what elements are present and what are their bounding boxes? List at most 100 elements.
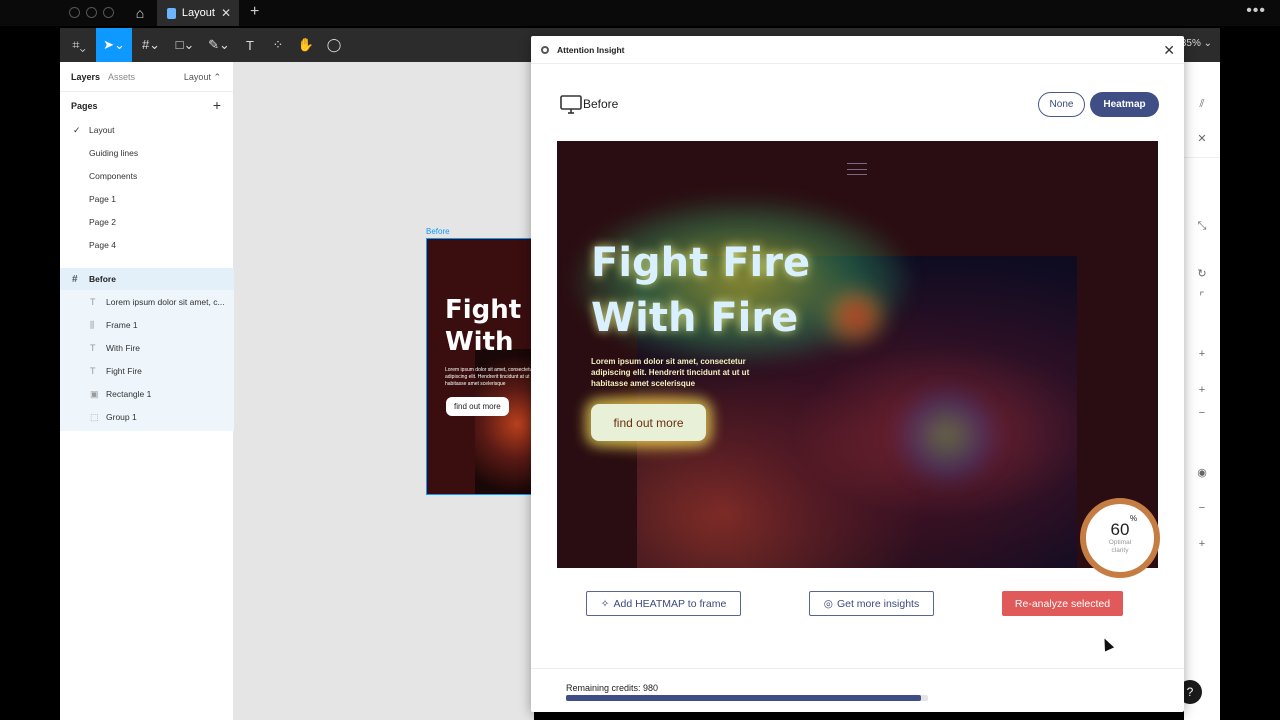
hamburger-menu-icon	[847, 163, 867, 175]
get-more-insights-label: Get more insights	[836, 597, 920, 610]
frame-icon: #	[72, 273, 78, 285]
heat-hotspot	[825, 291, 885, 341]
page-item-page-2[interactable]: Page 2	[60, 212, 234, 232]
hand-tool-icon[interactable]: ✋	[294, 28, 318, 62]
window-minimize-dot[interactable]	[86, 7, 97, 18]
window-zoom-dot[interactable]	[103, 7, 114, 18]
page-selector[interactable]: Layout ⌃	[184, 72, 221, 83]
check-icon: ✓	[73, 124, 81, 135]
view-title: Before	[583, 97, 619, 111]
clarity-unit: %	[1130, 514, 1138, 523]
tab-layout[interactable]: Layout ✕	[157, 0, 239, 26]
shape-tool-icon[interactable]: □⌄	[170, 28, 200, 62]
credits-progress-fill	[566, 695, 921, 701]
layers-tree: # Before T Lorem ipsum dolor sit amet, c..…	[60, 268, 234, 431]
credits-progress-bar	[566, 695, 928, 701]
remove-icon[interactable]: −	[1184, 502, 1220, 514]
monitor-icon	[560, 95, 582, 114]
page-item-page-1[interactable]: Page 1	[60, 189, 234, 209]
pin-icon: ✧	[600, 597, 610, 610]
layer-label: With Fire	[106, 343, 140, 353]
home-icon[interactable]: ⌂	[127, 0, 153, 26]
tab-label: Layout	[181, 7, 215, 19]
add-icon[interactable]: +	[1184, 348, 1220, 360]
clarity-value: 60	[1110, 520, 1130, 539]
none-toggle-button[interactable]: None	[1038, 92, 1085, 117]
add-heatmap-button[interactable]: ✧ Add HEATMAP to frame	[586, 591, 741, 616]
preview-body-text: Lorem ipsum dolor sit amet, consectetur …	[591, 357, 750, 388]
clarity-score-badge: 60 % Optimal clarity	[1080, 498, 1160, 578]
eye-icon[interactable]: ◉	[1184, 466, 1220, 479]
layers-panel: Layers Assets Layout ⌃ Pages + ✓ Layout G…	[60, 62, 234, 720]
get-more-insights-button[interactable]: ◎ Get more insights	[809, 591, 934, 616]
layer-item[interactable]: ▣ Rectangle 1	[60, 383, 234, 405]
move-tool-icon[interactable]: ➤⌄	[96, 28, 132, 62]
window-close-dot[interactable]	[69, 7, 80, 18]
pages-heading: Pages	[71, 101, 98, 111]
close-tab-icon[interactable]: ✕	[221, 6, 231, 20]
resources-tool-icon[interactable]: ⁘	[266, 28, 290, 62]
align-icon[interactable]: ⫽	[1184, 98, 1220, 111]
page-item-components[interactable]: Components	[60, 166, 234, 186]
reanalyze-button[interactable]: Re-analyze selected	[1002, 591, 1123, 616]
text-layer-icon: T	[90, 366, 96, 376]
layer-label: Before	[89, 274, 116, 284]
frame-body-text: Lorem ipsum dolor sit amet, consectetur …	[445, 367, 534, 387]
dialog-header: Attention Insight	[531, 36, 1184, 64]
panel-tabs: Layers Assets Layout ⌃	[60, 62, 233, 92]
layer-item[interactable]: T With Fire	[60, 337, 234, 359]
layer-item[interactable]: T Fight Fire	[60, 360, 234, 382]
corner-icon[interactable]: ⌜	[1184, 290, 1220, 303]
heatmap-preview: Fight Fire With Fire Lorem ipsum dolor s…	[557, 141, 1158, 568]
frame-headline: Fight With	[445, 295, 522, 357]
preview-headline: Fight Fire With Fire	[591, 236, 810, 346]
page-item-guiding-lines[interactable]: Guiding lines	[60, 143, 234, 163]
resize-icon[interactable]: ⤡	[1184, 220, 1220, 233]
frame-tool-icon[interactable]: #⌄	[136, 28, 166, 62]
page-item-layout[interactable]: ✓ Layout	[60, 120, 234, 140]
new-tab-button[interactable]: +	[250, 3, 259, 21]
page-label: Page 2	[89, 217, 116, 227]
figma-window: ⌂ Layout ✕ + ••• ⌗⌄ ➤⌄ #⌄ □⌄ ✎⌄ T ⁘ ✋ ◯ …	[0, 0, 1280, 720]
comment-tool-icon[interactable]: ◯	[322, 28, 346, 62]
design-frame-before[interactable]: Fight With Lorem ipsum dolor sit amet, c…	[426, 238, 534, 495]
preview-cta-button: find out more	[591, 404, 706, 441]
tab-layers[interactable]: Layers	[71, 72, 100, 82]
autolayout-icon: ⫼	[90, 319, 95, 330]
layer-item[interactable]: T Lorem ipsum dolor sit amet, c...	[60, 291, 234, 313]
tab-assets[interactable]: Assets	[108, 72, 135, 82]
more-menu-icon[interactable]: •••	[1246, 2, 1266, 20]
properties-panel: ⫽ ✕ ⤡ ↻ ⌜ + + − ◉ − +	[1184, 62, 1220, 720]
add-icon[interactable]: +	[1184, 384, 1220, 396]
figma-file-icon	[167, 7, 176, 19]
heatmap-toggle-button[interactable]: Heatmap	[1090, 92, 1159, 117]
layer-item[interactable]: ⫼ Frame 1	[60, 314, 234, 336]
text-tool-icon[interactable]: T	[238, 28, 262, 62]
page-label: Guiding lines	[89, 148, 139, 158]
main-menu-icon[interactable]: ⌗⌄	[64, 28, 94, 62]
frame-cta-button[interactable]: find out more	[446, 397, 509, 416]
image-layer-icon: ▣	[90, 388, 99, 399]
group-layer-icon: ⬚	[90, 411, 99, 422]
layer-label: Lorem ipsum dolor sit amet, c...	[106, 297, 225, 307]
rotate-icon[interactable]: ↻	[1184, 267, 1220, 280]
pen-tool-icon[interactable]: ✎⌄	[204, 28, 234, 62]
layer-label: Group 1	[106, 412, 137, 422]
text-layer-icon: T	[90, 297, 96, 307]
plugin-logo-icon	[541, 45, 549, 54]
attention-insight-dialog: Attention Insight ✕ Before None Heatmap …	[531, 36, 1184, 712]
preview-headline-line-1: Fight Fire	[591, 240, 811, 286]
close-icon[interactable]: ✕	[1184, 132, 1220, 145]
zoom-level[interactable]: 35% ⌄	[1181, 38, 1212, 49]
add-page-icon[interactable]: +	[213, 97, 221, 113]
layer-label: Frame 1	[106, 320, 138, 330]
layer-item[interactable]: ⬚ Group 1	[60, 406, 234, 428]
add-icon[interactable]: +	[1184, 538, 1220, 550]
remove-icon[interactable]: −	[1184, 407, 1220, 419]
frame-label[interactable]: Before	[426, 227, 450, 236]
layer-frame-before[interactable]: # Before	[60, 268, 234, 290]
close-icon[interactable]: ✕	[1163, 42, 1175, 59]
preview-headline-line-2: With Fire	[591, 295, 799, 341]
page-item-page-4[interactable]: Page 4	[60, 235, 234, 255]
heat-blob	[897, 391, 997, 481]
